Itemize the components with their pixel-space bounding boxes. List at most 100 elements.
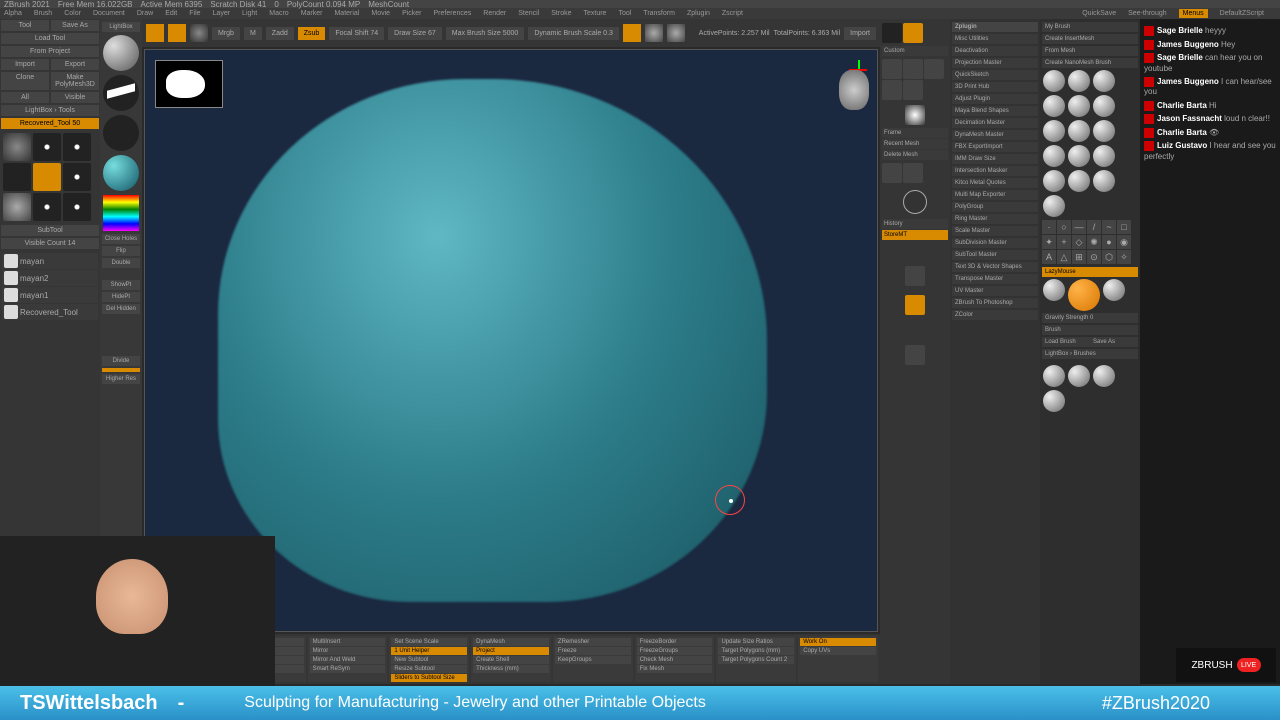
brush-icon[interactable]: [1068, 365, 1090, 387]
stroke-preview-icon[interactable]: [103, 75, 139, 111]
brush-preset-icon[interactable]: [1043, 95, 1065, 117]
tool-sq-3[interactable]: [190, 24, 208, 42]
smart-resym-button[interactable]: Smart ReSym: [310, 665, 386, 673]
plugin-item[interactable]: Adjust Plugin: [952, 94, 1038, 104]
menus-button[interactable]: Menus: [1179, 9, 1208, 18]
recovered-tool-button[interactable]: Recovered_Tool 50: [1, 118, 99, 129]
brush-preset-icon[interactable]: [1068, 120, 1090, 142]
dynamesh-button[interactable]: DynaMesh: [473, 638, 549, 646]
plugin-item[interactable]: Intersection Masker: [952, 166, 1038, 176]
tool-thumb-2[interactable]: [3, 163, 31, 191]
scene-scale-button[interactable]: Set Scene Scale: [391, 638, 467, 646]
sphere-shelf-icon-2[interactable]: [903, 80, 923, 100]
shelf-icon[interactable]: [882, 23, 902, 43]
menu-light[interactable]: Light: [242, 10, 257, 17]
star-icon-3[interactable]: [33, 193, 61, 221]
menu-brush[interactable]: Brush: [34, 10, 52, 17]
wave-icon[interactable]: ~: [1102, 220, 1116, 234]
double-button[interactable]: Double: [102, 258, 140, 268]
hex-icon[interactable]: ⬡: [1102, 250, 1116, 264]
mirror-button[interactable]: Mirror: [310, 647, 386, 655]
mask-brush-icon[interactable]: [1103, 279, 1125, 301]
divide-button[interactable]: Divide: [102, 356, 140, 366]
ring-icon[interactable]: ◉: [1117, 235, 1131, 249]
delete-mesh-button[interactable]: Delete Mesh: [882, 150, 948, 160]
fix-mesh-button[interactable]: Fix Mesh: [637, 665, 713, 673]
line-icon[interactable]: —: [1072, 220, 1086, 234]
toggle-1[interactable]: [623, 24, 641, 42]
create-shell-button[interactable]: Create Shell: [473, 656, 549, 664]
target-icon[interactable]: ⊙: [1087, 250, 1101, 264]
brush-preset-icon[interactable]: [1093, 95, 1115, 117]
brush-preset-icon[interactable]: [1093, 170, 1115, 192]
alpha-preview-icon[interactable]: [103, 115, 139, 151]
copy-uvs-button[interactable]: Copy UVs: [800, 647, 876, 655]
menu-movie[interactable]: Movie: [371, 10, 390, 17]
divide-slider[interactable]: [102, 368, 140, 372]
sphere-icon[interactable]: [3, 193, 31, 221]
storemt-button[interactable]: StoreMT: [882, 230, 948, 240]
menu-draw[interactable]: Draw: [137, 10, 153, 17]
brush-preset-icon[interactable]: [1093, 120, 1115, 142]
brush-preset-icon[interactable]: [1068, 170, 1090, 192]
star-icon-2[interactable]: [63, 163, 91, 191]
square-icon[interactable]: □: [1117, 220, 1131, 234]
menu-stencil[interactable]: Stencil: [518, 10, 539, 17]
check-mesh-button[interactable]: Check Mesh: [637, 656, 713, 664]
seethrough-button[interactable]: See-through: [1128, 10, 1167, 17]
triangle-icon[interactable]: △: [1057, 250, 1071, 264]
custom-label[interactable]: Custom: [882, 46, 948, 56]
lightbox-button[interactable]: LightBox: [102, 22, 140, 32]
gizmo-icon[interactable]: [903, 163, 923, 183]
unit-helper-button[interactable]: 1 Unit Helper: [391, 647, 467, 655]
brush-preset-icon[interactable]: [1093, 145, 1115, 167]
higher-res-button[interactable]: Higher Res: [102, 374, 140, 384]
draw-size-slider[interactable]: Draw Size 67: [388, 27, 442, 40]
tool-thumb[interactable]: [3, 133, 31, 161]
brush-preset-icon[interactable]: [1068, 145, 1090, 167]
import-button[interactable]: Import: [1, 59, 49, 70]
persp-icon[interactable]: [645, 24, 663, 42]
menu-material[interactable]: Material: [334, 10, 359, 17]
menu-preferences[interactable]: Preferences: [434, 10, 472, 17]
head-reference-icon[interactable]: [839, 70, 869, 110]
active-brush-label[interactable]: LazyMouse: [1042, 267, 1138, 277]
menu-file[interactable]: File: [189, 10, 200, 17]
focal-shift-slider[interactable]: Focal Shift 74: [329, 27, 384, 40]
mrgb-button[interactable]: Mrgb: [212, 27, 240, 40]
m-button[interactable]: M: [244, 27, 262, 40]
menu-stroke[interactable]: Stroke: [551, 10, 571, 17]
menu-marker[interactable]: Marker: [301, 10, 323, 17]
a-icon[interactable]: A: [1042, 250, 1056, 264]
dyn-brush-slider[interactable]: Dynamic Brush Scale 0.3: [528, 27, 619, 40]
array-icon[interactable]: [905, 345, 925, 365]
diamond-icon[interactable]: ◇: [1072, 235, 1086, 249]
plugin-item[interactable]: 3D Print Hub: [952, 82, 1038, 92]
lightbox-tools-button[interactable]: LightBox › Tools: [1, 105, 99, 116]
brush-preset-icon[interactable]: [1043, 145, 1065, 167]
star-icon-4[interactable]: [63, 193, 91, 221]
zplugin-header[interactable]: Zplugin: [952, 22, 1038, 32]
new-subtool-button[interactable]: New Subtool: [391, 656, 467, 664]
shelf-icon[interactable]: [903, 23, 923, 43]
plugin-item[interactable]: ZBrush To Photoshop: [952, 298, 1038, 308]
brush-preset-icon[interactable]: [1043, 70, 1065, 92]
frame-button[interactable]: Frame: [882, 128, 948, 138]
target-poly-count-slider[interactable]: Target Polygons Count 2: [718, 656, 794, 664]
dot-icon[interactable]: ●: [1102, 235, 1116, 249]
subtool-item[interactable]: mayan2: [2, 270, 98, 286]
brush-preview-icon[interactable]: [103, 35, 139, 71]
star-icon[interactable]: [63, 133, 91, 161]
lightbox-brushes-button[interactable]: LightBox › Brushes: [1042, 349, 1138, 359]
create-insert-button[interactable]: Create InsertMesh: [1042, 34, 1138, 44]
cube-icon[interactable]: [903, 59, 923, 79]
zremesher-button[interactable]: ZRemesher: [555, 638, 631, 646]
subtool-item[interactable]: Recovered_Tool: [2, 304, 98, 320]
plugin-item[interactable]: Deactivation: [952, 46, 1038, 56]
plugin-item[interactable]: Ring Master: [952, 214, 1038, 224]
defaultzscript-button[interactable]: DefaultZScript: [1220, 10, 1264, 17]
menu-zscript[interactable]: Zscript: [722, 10, 743, 17]
plus-icon[interactable]: +: [1057, 235, 1071, 249]
menu-edit[interactable]: Edit: [165, 10, 177, 17]
slash-icon[interactable]: /: [1087, 220, 1101, 234]
